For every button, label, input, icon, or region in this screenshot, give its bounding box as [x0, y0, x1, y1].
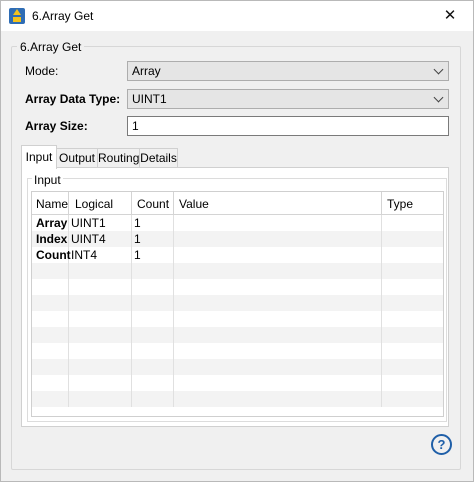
- table-row[interactable]: Count INT4 1: [32, 247, 443, 263]
- table-row[interactable]: [32, 327, 443, 343]
- table-row[interactable]: [32, 263, 443, 279]
- array-size-value: 1: [132, 119, 139, 133]
- cell-name: Array: [36, 216, 68, 230]
- table-row[interactable]: Array UINT1 1: [32, 215, 443, 231]
- mode-value: Array: [132, 64, 161, 78]
- mode-dropdown[interactable]: Array: [127, 61, 449, 81]
- array-data-type-value: UINT1: [132, 92, 167, 106]
- input-group-label: Input: [32, 173, 63, 187]
- input-table[interactable]: Name Logical Count Value Type Array UINT1…: [31, 191, 444, 417]
- title-bar: 6.Array Get ✕: [1, 1, 473, 31]
- column-header-value[interactable]: Value: [179, 197, 209, 211]
- table-row[interactable]: [32, 343, 443, 359]
- cell-count: 1: [134, 248, 141, 262]
- cell-count: 1: [134, 232, 141, 246]
- tab-routing[interactable]: Routing: [97, 148, 140, 168]
- array-data-type-dropdown[interactable]: UINT1: [127, 89, 449, 109]
- table-row[interactable]: [32, 295, 443, 311]
- close-button[interactable]: ✕: [427, 1, 473, 31]
- table-row[interactable]: [32, 311, 443, 327]
- cell-name: Count: [36, 248, 71, 262]
- cell-count: 1: [134, 216, 141, 230]
- table-row[interactable]: Index UINT4 1: [32, 231, 443, 247]
- table-row[interactable]: [32, 391, 443, 407]
- cell-logical: UINT4: [71, 232, 106, 246]
- array-data-type-label: Array Data Type:: [25, 92, 121, 106]
- chevron-down-icon: [433, 92, 444, 103]
- cell-name: Index: [36, 232, 68, 246]
- array-size-input[interactable]: 1: [127, 116, 449, 136]
- tab-details[interactable]: Details: [139, 148, 178, 168]
- cell-logical: UINT1: [71, 216, 106, 230]
- column-header-count[interactable]: Count: [137, 197, 169, 211]
- table-row[interactable]: [32, 375, 443, 391]
- column-header-logical[interactable]: Logical: [75, 197, 113, 211]
- group-title: 6.Array Get: [17, 40, 85, 54]
- tab-input[interactable]: Input: [21, 145, 57, 169]
- column-header-name[interactable]: Name: [36, 197, 68, 211]
- table-row[interactable]: [32, 279, 443, 295]
- table-header: Name Logical Count Value Type: [32, 192, 443, 215]
- window-title: 6.Array Get: [32, 9, 94, 23]
- array-size-label: Array Size:: [25, 119, 88, 133]
- column-header-type[interactable]: Type: [387, 197, 413, 211]
- mode-label: Mode:: [25, 64, 59, 78]
- cell-logical: INT4: [71, 248, 98, 262]
- chevron-down-icon: [433, 64, 444, 75]
- help-icon[interactable]: ?: [431, 434, 452, 455]
- app-icon: [9, 8, 25, 24]
- tab-output[interactable]: Output: [56, 148, 98, 168]
- table-row[interactable]: [32, 359, 443, 375]
